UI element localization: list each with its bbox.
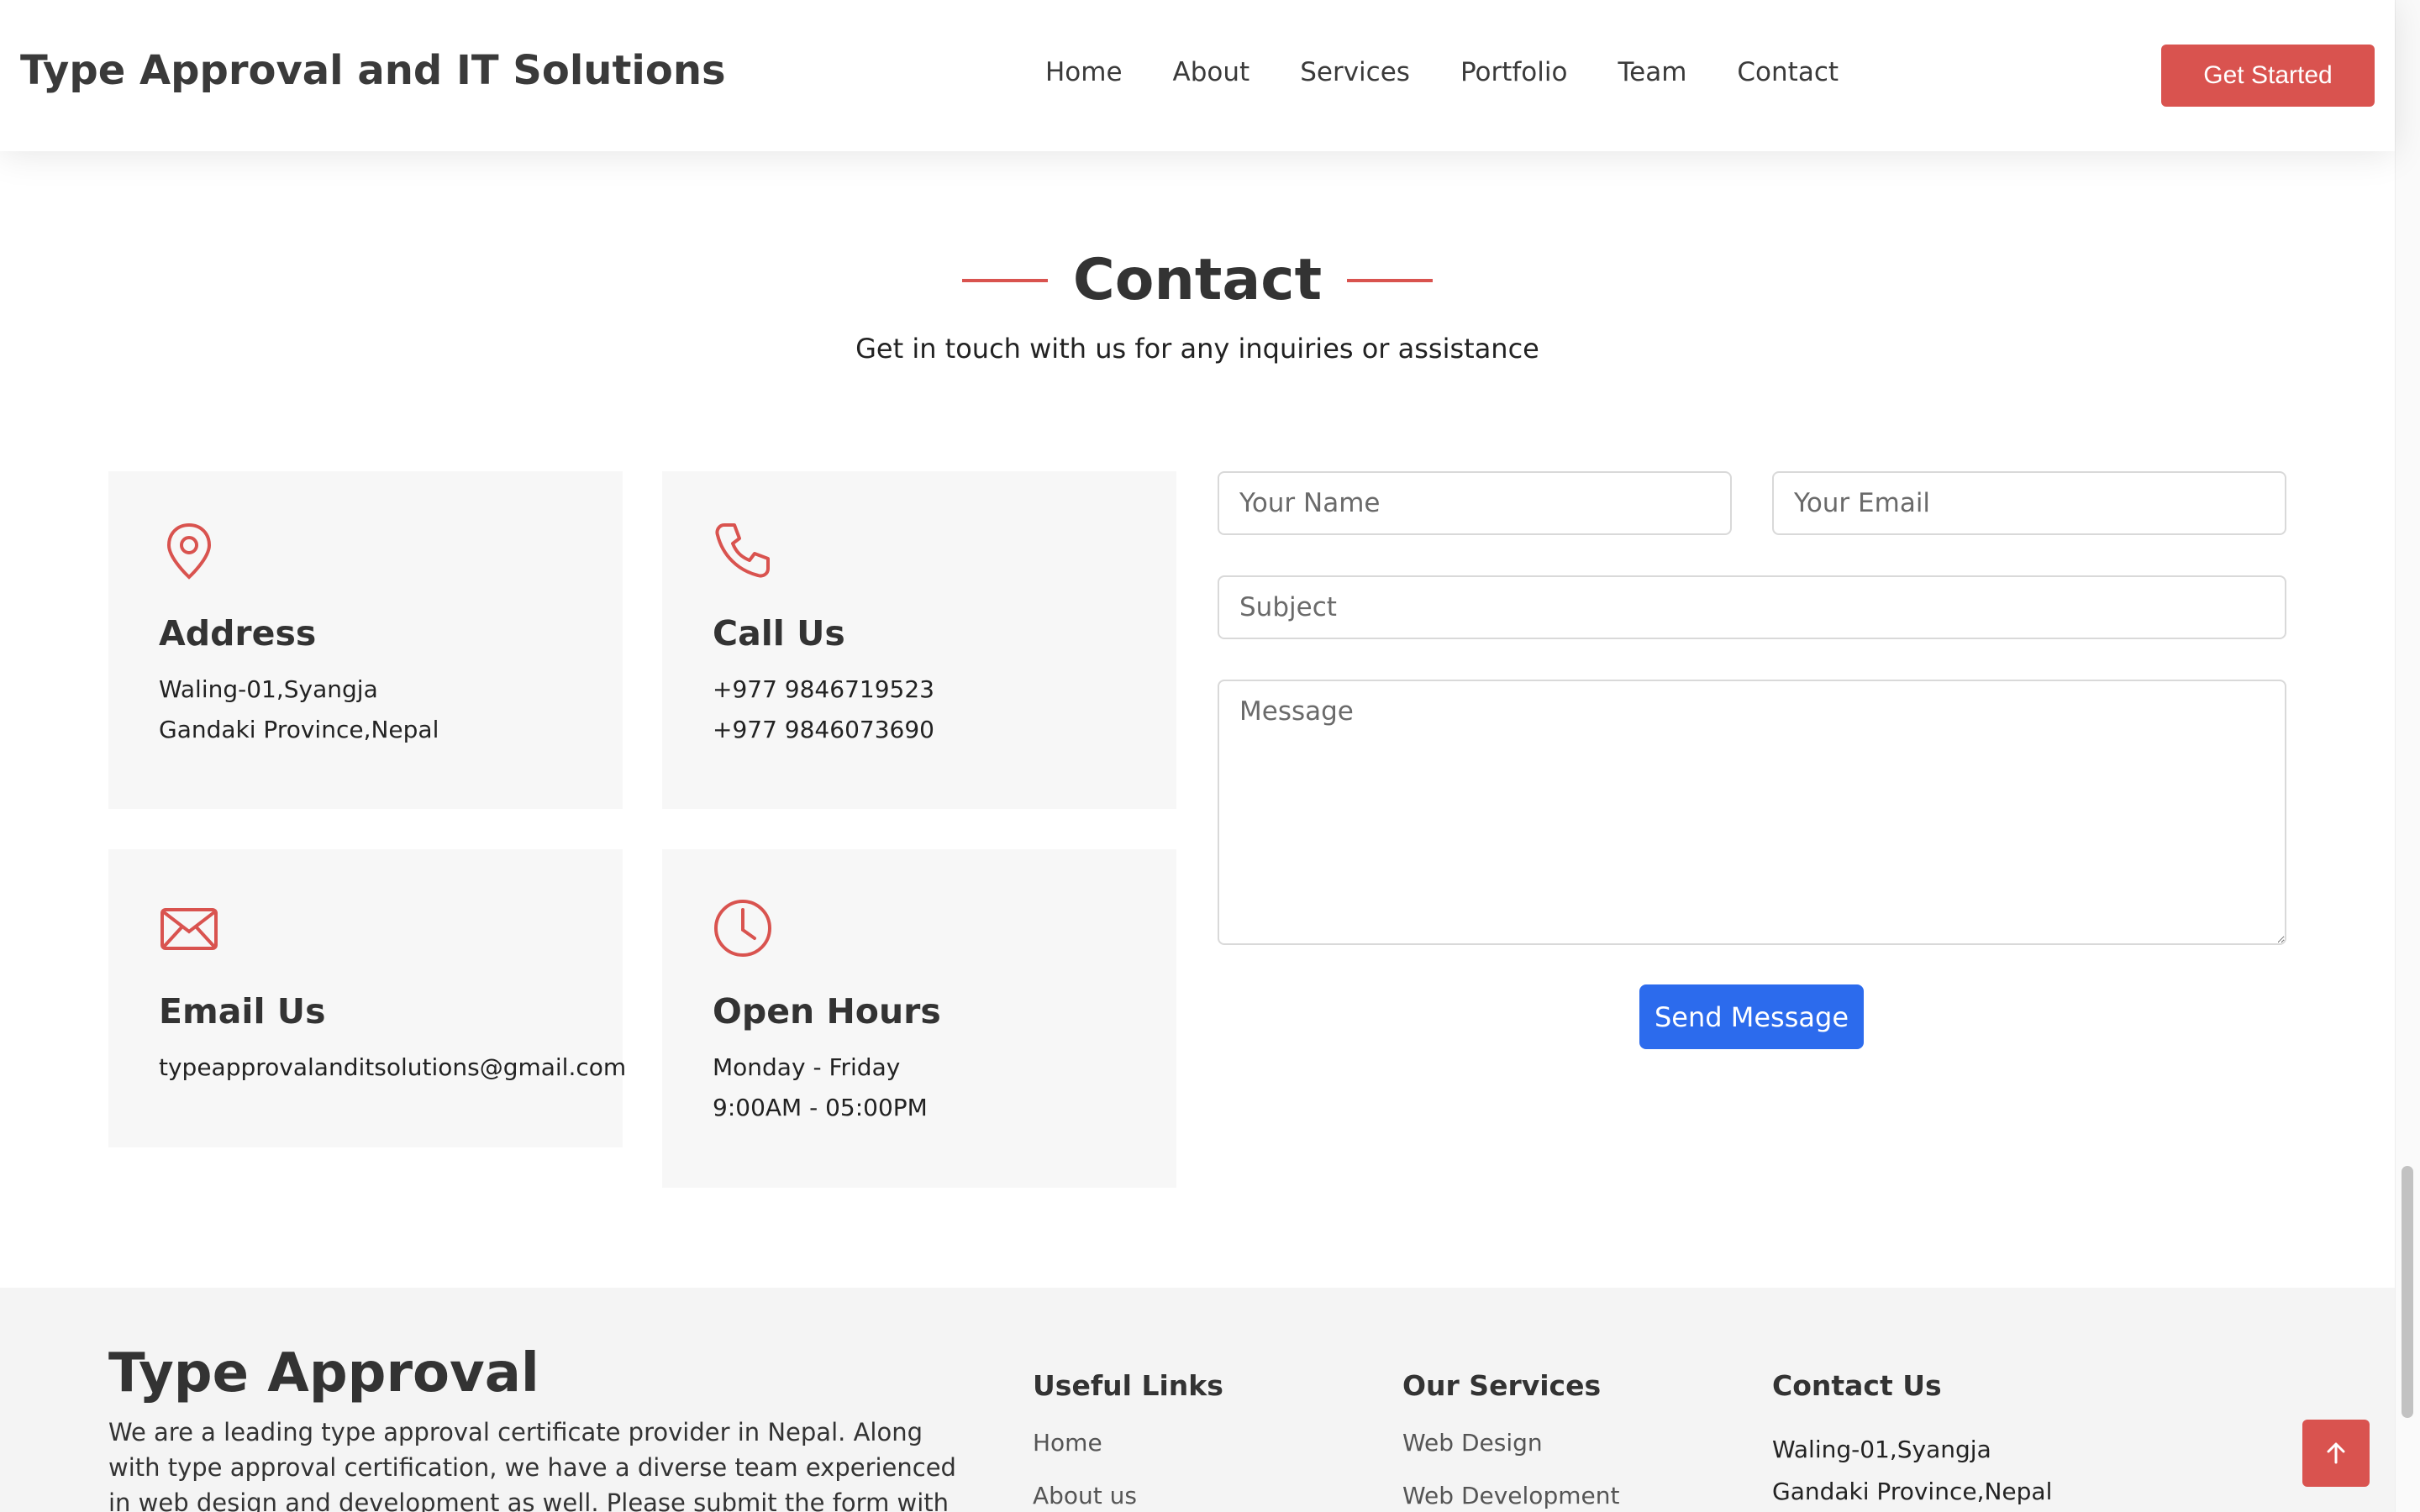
nav-home[interactable]: Home [1045,57,1123,87]
hours-days: Monday - Friday [713,1053,901,1081]
footer-service-web-development[interactable]: Web Development [1402,1482,1619,1509]
site-header: Type Approval and IT Solutions Home Abou… [0,0,2395,151]
footer-address: Waling-01,Syangja Gandaki Province,Nepal [1772,1429,2052,1512]
email-input[interactable] [1772,471,2286,535]
clock-icon [714,900,771,957]
footer-address-line-2: Gandaki Province,Nepal [1772,1478,2053,1505]
footer-address-line-1: Waling-01,Syangja [1772,1436,1991,1463]
hours-title: Open Hours [713,991,941,1032]
call-card: Call Us +977 9846719523 +977 9846073690 [662,471,1176,809]
footer-service-web-design[interactable]: Web Design [1402,1429,1619,1457]
map-pin-icon [166,522,212,580]
phone-number-2[interactable]: +977 9846073690 [713,710,1176,750]
address-line-1: Waling-01,Syangja [159,675,378,703]
back-to-top-button[interactable] [2302,1420,2370,1487]
hours-time: 9:00AM - 05:00PM [713,1094,928,1121]
footer-useful-links: Useful Links Home About us [1033,1369,1223,1509]
phone-number-1[interactable]: +977 9846719523 [713,669,1176,710]
title-right-divider [1347,278,1434,282]
email-title: Email Us [159,991,326,1032]
send-message-button[interactable]: Send Message [1639,984,1864,1049]
address-title: Address [159,613,317,654]
nav-team[interactable]: Team [1618,57,1686,87]
footer-services: Our Services Web Design Web Development [1402,1369,1619,1509]
section-subtitle: Get in touch with us for any inquiries o… [855,333,1539,365]
title-left-divider [961,278,1048,282]
footer-about-text: We are a leading type approval certifica… [108,1418,956,1512]
hours-card: Open Hours Monday - Friday 9:00AM - 05:0… [662,849,1176,1188]
arrow-up-icon [2327,1442,2345,1464]
footer-link-home[interactable]: Home [1033,1429,1223,1457]
nav-about[interactable]: About [1173,57,1250,87]
main-nav: Home About Services Portfolio Team Conta… [1045,57,1889,87]
get-started-button[interactable]: Get Started [2161,45,2375,107]
site-logo[interactable]: Type Approval and IT Solutions [20,47,726,94]
email-address[interactable]: typeapprovalanditsolutions@gmail.com [159,1047,626,1088]
footer-link-about[interactable]: About us [1033,1482,1223,1509]
subject-input[interactable] [1218,575,2286,639]
email-card: Email Us typeapprovalanditsolutions@gmai… [108,849,626,1147]
scrollbar-thumb[interactable] [2402,1166,2413,1418]
phone-icon [715,523,770,578]
services-title: Our Services [1402,1369,1602,1402]
useful-links-title: Useful Links [1033,1369,1223,1402]
nav-contact[interactable]: Contact [1737,57,1839,87]
footer-brand: Type Approval [108,1342,539,1404]
address-card: Address Waling-01,Syangja Gandaki Provin… [108,471,623,809]
footer-contact-title: Contact Us [1772,1369,1942,1402]
call-title: Call Us [713,613,845,654]
footer-contact: Contact Us Waling-01,Syangja Gandaki Pro… [1772,1369,2052,1512]
name-input[interactable] [1218,471,1732,535]
envelope-icon [160,908,218,950]
contact-section-heading: Contact [0,247,2395,313]
message-textarea[interactable] [1218,680,2286,945]
address-line-2: Gandaki Province,Nepal [159,716,439,743]
nav-portfolio[interactable]: Portfolio [1460,57,1568,87]
section-title: Contact [1072,247,1323,313]
nav-services[interactable]: Services [1300,57,1410,87]
